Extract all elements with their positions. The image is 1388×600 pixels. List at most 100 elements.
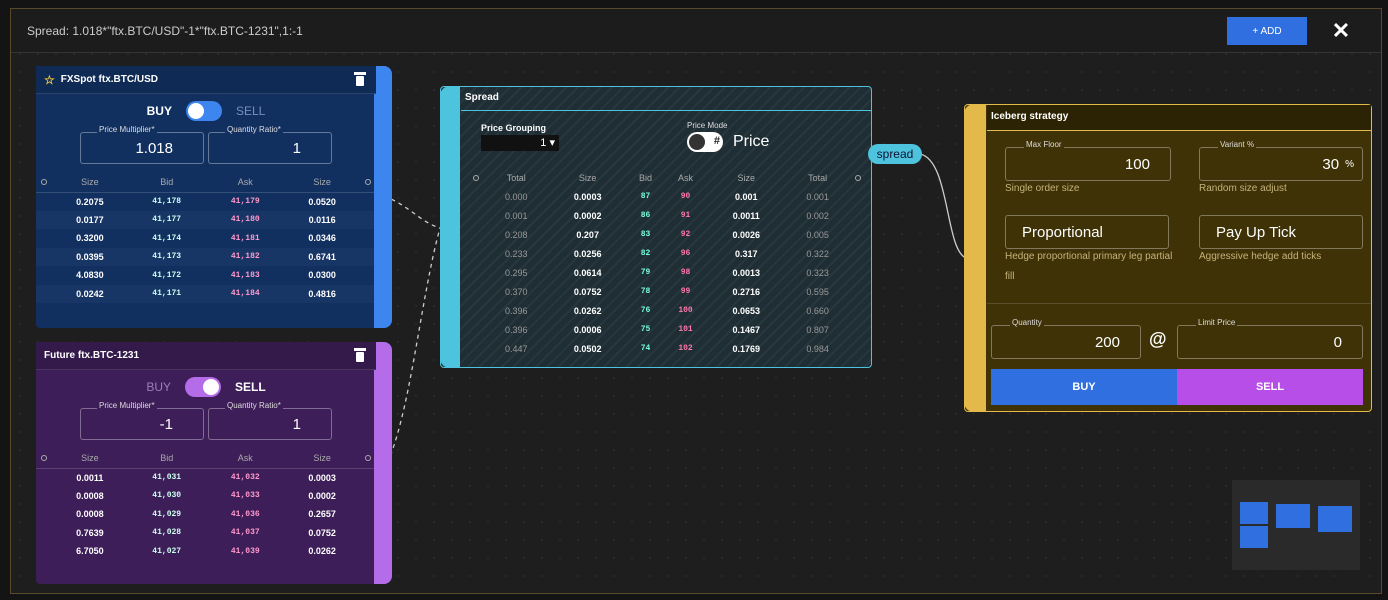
sell-button[interactable]: SELL (1177, 369, 1363, 405)
bid-price: 41,173 (127, 248, 206, 267)
bid-size: 0.0752 (573, 286, 602, 297)
table-row[interactable]: 0.3200 41,174 41,181 0.0346 (36, 229, 376, 248)
ask-total: 0.807 (806, 324, 829, 335)
variant-input[interactable]: Variant % 30 % (1199, 140, 1363, 181)
spread-output-port[interactable]: spread (868, 144, 922, 164)
bid-total: 0.001 (504, 210, 528, 221)
table-row[interactable]: 0.295 0.0614 79 98 0.0013 0.323 (467, 263, 867, 282)
limit-price-input[interactable]: Limit Price 0 (1177, 318, 1363, 359)
ask-price: 41,033 (230, 491, 260, 501)
bid-price: 41,028 (152, 528, 182, 538)
size-cell: 4.0830 (76, 270, 104, 281)
minimap[interactable] (1232, 480, 1360, 570)
leg-node-fxspot[interactable]: ☆ FXSpot ftx.BTC/USD BUY SELL Price Mult… (36, 66, 392, 328)
max-floor-input[interactable]: Max Floor 100 (1005, 140, 1171, 181)
table-row[interactable]: 0.370 0.0752 78 99 0.2716 0.595 (467, 282, 867, 301)
window-title: Spread: 1.018*"ftx.BTC/USD"-1*"ftx.BTC-1… (27, 23, 303, 38)
size-cell: 0.0395 (52, 248, 127, 267)
leg2-tab (374, 342, 392, 584)
ask-price: 41,181 (230, 233, 260, 243)
ask-price: 41,182 (206, 248, 285, 267)
table-row[interactable]: 0.233 0.0256 82 96 0.317 0.322 (467, 244, 867, 263)
bid-total: 0.233 (504, 248, 528, 259)
size-cell: 0.0116 (285, 211, 360, 230)
max-floor-help: Single order size (1005, 183, 1080, 194)
leg1-price-multiplier-input[interactable]: Price Multiplier* 1.018 (80, 125, 204, 164)
minimap-spread (1276, 504, 1310, 528)
table-row[interactable]: 6.7050 41,027 41,039 0.0262 (36, 542, 376, 561)
table-row[interactable]: 0.0242 41,171 41,184 0.4816 (36, 285, 376, 304)
quantity-input[interactable]: Quantity 200 (991, 318, 1141, 359)
size-cell: 0.0011 (76, 472, 104, 483)
leg2-price-multiplier-input[interactable]: Price Multiplier* -1 (80, 401, 204, 440)
ask-size: 0.317 (734, 248, 758, 259)
iceberg-tab (964, 104, 986, 412)
add-button[interactable]: + ADD (1227, 17, 1307, 45)
leg1-side-toggle[interactable] (185, 101, 222, 121)
ask-price: 91 (680, 211, 691, 220)
bid-total: 0.295 (504, 267, 528, 278)
ask-price: 96 (680, 249, 691, 258)
table-row[interactable]: 0.396 0.0262 76 100 0.0653 0.660 (467, 301, 867, 320)
size-cell: 0.0242 (52, 285, 127, 304)
table-row[interactable]: 0.396 0.0006 75 101 0.1467 0.807 (467, 320, 867, 339)
size-cell: 0.0003 (308, 472, 336, 483)
size-cell: 6.7050 (76, 546, 104, 557)
ask-total: 0.323 (806, 267, 829, 278)
bid-size: 0.207 (576, 229, 599, 240)
size-cell: 0.6741 (285, 248, 360, 267)
bid-price: 87 (640, 192, 651, 201)
size-cell: 0.2657 (308, 509, 336, 520)
size-cell: 0.0346 (308, 233, 336, 244)
bid-size: 0.0502 (573, 343, 602, 354)
table-row[interactable]: 0.0008 41,029 41,036 0.2657 (36, 505, 376, 524)
leg1-header: ☆ FXSpot ftx.BTC/USD (36, 66, 376, 94)
bid-total: 0.370 (504, 286, 528, 297)
pay-up-tick-select[interactable]: Pay Up Tick (1199, 215, 1363, 249)
table-row[interactable]: 0.000 0.0003 87 90 0.001 0.001 (467, 187, 867, 206)
bid-price: 82 (640, 249, 651, 258)
spread-node[interactable]: Spread Price Grouping 1 ▾ Price Mode # P… (440, 86, 872, 368)
trash-icon[interactable] (354, 71, 366, 87)
table-row[interactable]: 0.2075 41,178 41,179 0.0520 (36, 192, 376, 211)
leg2-quantity-ratio-input[interactable]: Quantity Ratio* 1 (208, 401, 332, 440)
table-row[interactable]: 0.0395 41,173 41,182 0.6741 (36, 248, 376, 267)
buy-button[interactable]: BUY (991, 369, 1177, 405)
ask-price: 98 (680, 268, 691, 277)
price-grouping-select[interactable]: 1 ▾ (481, 135, 559, 151)
leg1-quantity-ratio-input[interactable]: Quantity Ratio* 1 (208, 125, 332, 164)
star-icon[interactable]: ☆ (44, 73, 55, 87)
bid-price: 83 (640, 230, 651, 239)
bid-price: 41,027 (152, 546, 182, 556)
minimap-leg2 (1240, 526, 1268, 548)
bid-price: 41,177 (127, 211, 206, 230)
close-icon[interactable]: ✕ (1327, 17, 1355, 45)
table-row[interactable]: 0.208 0.207 83 92 0.0026 0.005 (467, 225, 867, 244)
leg1-buy-label: BUY (146, 104, 172, 118)
price-mode-value: Price (733, 133, 770, 150)
bid-size: 0.0002 (573, 210, 602, 221)
minimap-iceberg (1318, 506, 1352, 532)
table-row[interactable]: 0.0011 41,031 41,032 0.0003 (36, 468, 376, 487)
bid-size: 0.0614 (573, 267, 602, 278)
table-row[interactable]: 0.447 0.0502 74 102 0.1769 0.984 (467, 339, 867, 358)
hedge-mode-select[interactable]: Proportional (1005, 215, 1169, 249)
trash-icon[interactable] (354, 347, 366, 363)
table-row[interactable]: 0.7639 41,028 41,037 0.0752 (36, 524, 376, 543)
leg2-side-toggle[interactable] (185, 377, 221, 397)
leg-node-future[interactable]: Future ftx.BTC-1231 BUY SELL Price Multi… (36, 342, 392, 584)
size-cell: 0.7639 (76, 527, 104, 538)
iceberg-strategy-node[interactable]: Iceberg strategy Max Floor 100 Single or… (964, 104, 1372, 412)
ask-price: 41,179 (230, 197, 260, 206)
bid-price: 79 (640, 268, 651, 277)
ask-price: 90 (680, 192, 691, 201)
price-mode-toggle[interactable]: # (687, 132, 723, 152)
table-row[interactable]: 0.001 0.0002 86 91 0.0011 0.002 (467, 206, 867, 225)
table-row[interactable]: 0.0008 41,030 41,033 0.0002 (36, 487, 376, 506)
leg2-header: Future ftx.BTC-1231 (36, 342, 376, 370)
leg1-tab (374, 66, 392, 328)
table-row[interactable]: 4.0830 41,172 41,183 0.0300 (36, 266, 376, 285)
table-row[interactable]: 0.0177 41,177 41,180 0.0116 (36, 211, 376, 230)
bid-size: 0.0006 (573, 324, 602, 335)
ask-price: 100 (678, 306, 693, 315)
